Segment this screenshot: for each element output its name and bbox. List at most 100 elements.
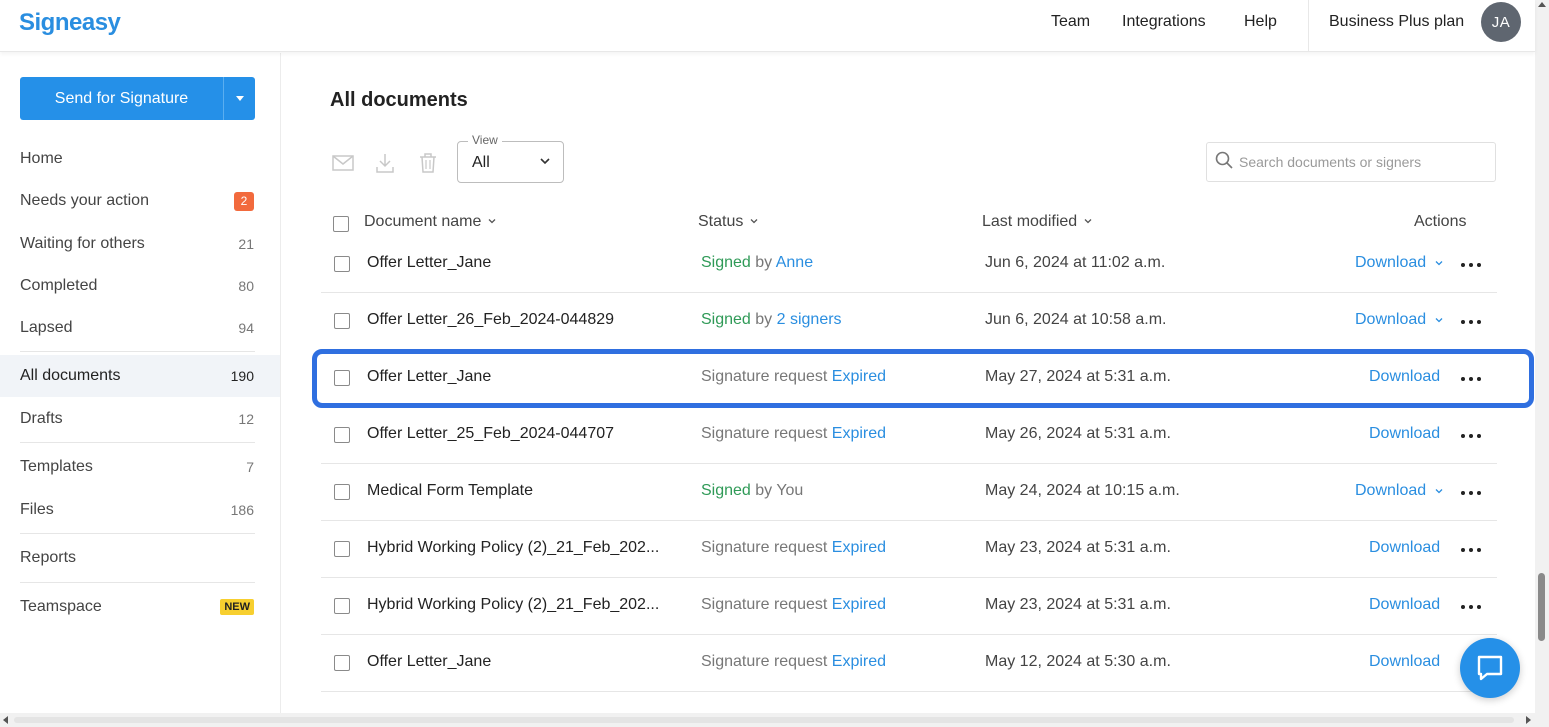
logo[interactable]: Signeasy: [19, 9, 121, 37]
download-link[interactable]: Download: [1355, 311, 1444, 329]
sidebar-item-label: Needs your action: [20, 192, 149, 209]
download-link[interactable]: Download: [1369, 596, 1440, 614]
table-row[interactable]: Hybrid Working Policy (2)_21_Feb_202... …: [321, 521, 1497, 578]
nav-help[interactable]: Help: [1244, 13, 1277, 31]
sidebar-divider: [20, 351, 255, 352]
sort-chevron-icon: [1083, 213, 1093, 231]
document-name[interactable]: Hybrid Working Policy (2)_21_Feb_202...: [367, 539, 677, 557]
row-checkbox[interactable]: [334, 655, 350, 671]
sidebar-item-label: Files: [20, 501, 54, 518]
document-name[interactable]: Offer Letter_25_Feb_2024-044707: [367, 425, 677, 443]
scroll-thumb[interactable]: [14, 717, 1514, 723]
sidebar-item-completed[interactable]: Completed 80: [0, 265, 280, 307]
view-legend: View: [468, 133, 502, 147]
search-input[interactable]: [1239, 154, 1479, 170]
last-modified: May 24, 2024 at 10:15 a.m.: [985, 482, 1180, 499]
download-link[interactable]: Download: [1355, 254, 1444, 272]
more-actions-icon[interactable]: [1461, 372, 1481, 386]
scroll-up-icon[interactable]: [1538, 2, 1546, 7]
document-name[interactable]: Offer Letter_Jane: [367, 653, 677, 671]
expired-link[interactable]: Expired: [832, 368, 886, 385]
chat-button[interactable]: [1460, 638, 1520, 698]
expired-link[interactable]: Expired: [832, 539, 886, 556]
more-actions-icon[interactable]: [1461, 486, 1481, 500]
more-actions-icon[interactable]: [1461, 543, 1481, 557]
table-row[interactable]: Medical Form Template Signed by You May …: [321, 464, 1497, 521]
email-icon[interactable]: [331, 151, 355, 175]
nav-team[interactable]: Team: [1051, 13, 1090, 31]
more-actions-icon[interactable]: [1461, 429, 1481, 443]
count-badge: 2: [234, 191, 254, 211]
view-select[interactable]: View All: [457, 133, 564, 183]
row-checkbox[interactable]: [334, 598, 350, 614]
sidebar-item-reports[interactable]: Reports: [0, 537, 280, 579]
sidebar-item-home[interactable]: Home: [0, 138, 280, 180]
last-modified: May 23, 2024 at 5:31 a.m.: [985, 539, 1171, 556]
row-checkbox[interactable]: [334, 541, 350, 557]
document-name[interactable]: Offer Letter_Jane: [367, 368, 677, 386]
sidebar-item-templates[interactable]: Templates 7: [0, 446, 280, 488]
document-name[interactable]: Medical Form Template: [367, 482, 677, 500]
column-header-actions: Actions: [1414, 213, 1466, 231]
download-link[interactable]: Download: [1369, 368, 1440, 386]
expired-link[interactable]: Expired: [832, 425, 886, 442]
table-row[interactable]: Offer Letter_26_Feb_2024-044829 Signed b…: [321, 293, 1497, 350]
status-cell: Signature request Expired: [701, 368, 887, 385]
signer-link[interactable]: 2 signers: [777, 311, 842, 328]
sidebar-item-count: 80: [238, 278, 254, 294]
send-for-signature-button[interactable]: Send for Signature: [20, 77, 223, 120]
horizontal-scrollbar[interactable]: [0, 713, 1549, 727]
more-actions-icon[interactable]: [1461, 258, 1481, 272]
select-all-checkbox[interactable]: [333, 216, 349, 232]
plan-label[interactable]: Business Plus plan: [1329, 13, 1464, 31]
document-name[interactable]: Offer Letter_Jane: [367, 254, 677, 272]
avatar[interactable]: JA: [1481, 2, 1521, 42]
table-row[interactable]: Offer Letter_25_Feb_2024-044707 Signatur…: [321, 407, 1497, 464]
status-cell: Signed by 2 signers: [701, 311, 842, 328]
sidebar-item-all-documents[interactable]: All documents 190: [0, 355, 280, 397]
more-actions-icon[interactable]: [1461, 315, 1481, 329]
document-name[interactable]: Offer Letter_26_Feb_2024-044829: [367, 311, 677, 329]
sidebar-item-waiting-for-others[interactable]: Waiting for others 21: [0, 223, 280, 265]
column-label: Actions: [1414, 213, 1467, 230]
column-header-status[interactable]: Status: [698, 213, 759, 231]
sidebar-item-files[interactable]: Files 186: [0, 489, 280, 531]
sidebar-item-drafts[interactable]: Drafts 12: [0, 398, 280, 440]
scroll-thumb[interactable]: [1538, 573, 1545, 641]
scroll-right-icon[interactable]: [1526, 716, 1531, 724]
chevron-down-icon: [1435, 318, 1443, 323]
row-checkbox[interactable]: [334, 427, 350, 443]
status-cell: Signature request Expired: [701, 425, 887, 442]
table-row[interactable]: Offer Letter_Jane Signed by Anne Jun 6, …: [321, 248, 1497, 293]
table-row[interactable]: Offer Letter_Jane Signature request Expi…: [321, 350, 1497, 407]
sidebar-item-label: Lapsed: [20, 319, 73, 336]
download-link[interactable]: Download: [1369, 539, 1440, 557]
signer-link[interactable]: Anne: [776, 254, 813, 271]
header-divider: [1308, 0, 1309, 52]
column-header-last-modified[interactable]: Last modified: [982, 213, 1093, 231]
row-checkbox[interactable]: [334, 370, 350, 386]
table-row[interactable]: Offer Letter_Jane Signature request Expi…: [321, 635, 1497, 692]
download-link[interactable]: Download: [1355, 482, 1444, 500]
row-checkbox[interactable]: [334, 484, 350, 500]
sidebar-item-lapsed[interactable]: Lapsed 94: [0, 307, 280, 349]
expired-link[interactable]: Expired: [832, 653, 886, 670]
row-checkbox[interactable]: [334, 313, 350, 329]
document-name[interactable]: Hybrid Working Policy (2)_21_Feb_202...: [367, 596, 677, 614]
sidebar-divider: [20, 533, 255, 534]
expired-link[interactable]: Expired: [832, 596, 886, 613]
send-options-dropdown[interactable]: [223, 77, 255, 120]
table-row[interactable]: Hybrid Working Policy (2)_21_Feb_202... …: [321, 578, 1497, 635]
trash-icon[interactable]: [416, 151, 440, 175]
more-actions-icon[interactable]: [1461, 600, 1481, 614]
nav-integrations[interactable]: Integrations: [1122, 13, 1206, 31]
vertical-scrollbar[interactable]: [1535, 0, 1549, 713]
row-checkbox[interactable]: [334, 256, 350, 272]
download-icon[interactable]: [373, 151, 397, 175]
scroll-left-icon[interactable]: [3, 716, 8, 724]
column-header-document-name[interactable]: Document name: [364, 213, 497, 231]
sidebar-item-teamspace[interactable]: Teamspace NEW: [0, 586, 280, 628]
download-link[interactable]: Download: [1369, 653, 1440, 671]
sidebar-item-needs-your-action[interactable]: Needs your action 2: [0, 180, 280, 222]
download-link[interactable]: Download: [1369, 425, 1440, 443]
